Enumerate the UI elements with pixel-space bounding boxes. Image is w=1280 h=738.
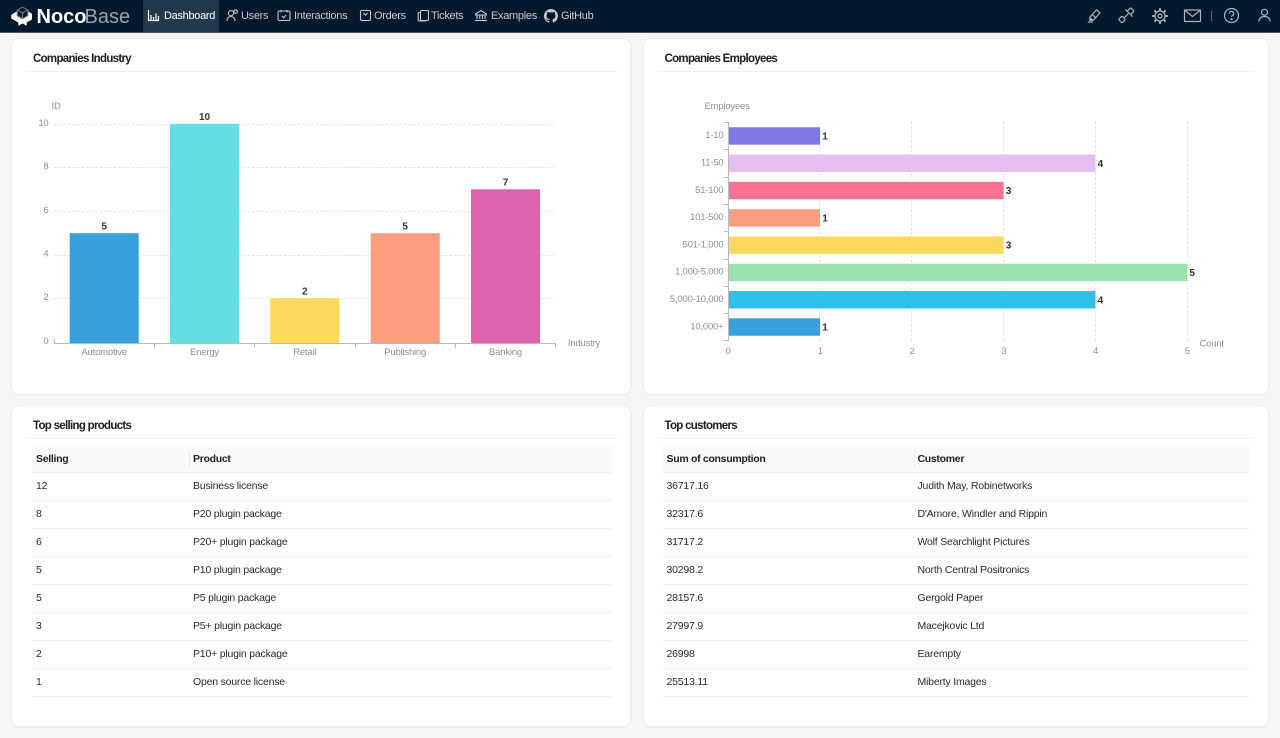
svg-text:2: 2: [43, 292, 48, 303]
svg-text:10: 10: [38, 118, 48, 129]
svg-text:3: 3: [1005, 241, 1011, 252]
svg-text:6: 6: [43, 205, 48, 216]
svg-text:Publishing: Publishing: [384, 347, 426, 358]
svg-text:ID: ID: [52, 101, 61, 112]
svg-text:4: 4: [1097, 295, 1103, 306]
svg-text:2: 2: [302, 286, 308, 297]
svg-text:1: 1: [822, 323, 828, 334]
svg-text:Base: Base: [85, 6, 131, 28]
svg-text:Noco: Noco: [37, 6, 87, 28]
svg-text:11-50: 11-50: [700, 158, 723, 169]
svg-text:Banking: Banking: [489, 347, 522, 358]
svg-text:5: 5: [1184, 346, 1189, 357]
svg-text:2: 2: [909, 346, 914, 357]
svg-text:4: 4: [1097, 159, 1103, 170]
svg-text:10,000+: 10,000+: [690, 321, 724, 332]
svg-text:5: 5: [1189, 268, 1195, 279]
svg-text:Count: Count: [1199, 338, 1224, 349]
svg-text:7: 7: [503, 177, 509, 188]
svg-text:1: 1: [822, 213, 828, 224]
svg-text:Automotive: Automotive: [81, 347, 127, 358]
svg-text:10: 10: [199, 112, 211, 123]
svg-text:5: 5: [402, 221, 408, 232]
svg-text:Employees: Employees: [704, 101, 750, 112]
svg-text:1: 1: [817, 346, 822, 357]
svg-text:4: 4: [43, 249, 48, 260]
svg-text:3: 3: [1001, 346, 1006, 357]
svg-text:101-500: 101-500: [690, 212, 723, 223]
svg-text:51-100: 51-100: [695, 185, 723, 196]
svg-text:4: 4: [1093, 346, 1098, 357]
svg-text:501-1,000: 501-1,000: [682, 239, 723, 250]
svg-text:1: 1: [822, 132, 828, 143]
svg-text:1-10: 1-10: [705, 130, 723, 141]
svg-text:3: 3: [1005, 186, 1011, 197]
svg-text:8: 8: [43, 161, 48, 172]
svg-text:Retail: Retail: [293, 347, 316, 358]
svg-text:Energy: Energy: [190, 347, 219, 358]
svg-text:0: 0: [725, 346, 730, 357]
svg-text:0: 0: [43, 336, 48, 347]
svg-text:5: 5: [101, 221, 107, 232]
svg-text:1,000-5,000: 1,000-5,000: [674, 267, 723, 278]
svg-text:Industry: Industry: [568, 338, 601, 349]
svg-text:5,000-10,000: 5,000-10,000: [669, 294, 723, 305]
